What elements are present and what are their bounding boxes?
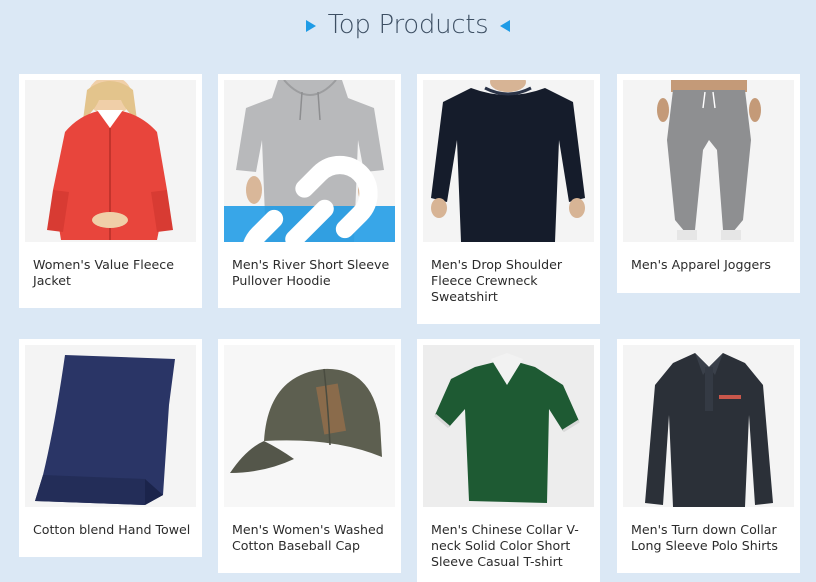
product-name[interactable]: Cotton blend Hand Towel — [33, 522, 193, 538]
product-name[interactable]: Men's Apparel Joggers — [631, 257, 791, 273]
product-card[interactable]: Men's Apparel Joggers — [617, 74, 800, 293]
page-title: Top Products — [327, 10, 489, 40]
product-name[interactable]: Women's Value Fleece Jacket — [33, 257, 193, 289]
product-card[interactable]: Cotton blend Hand Towel — [19, 339, 202, 557]
link-icon[interactable] — [224, 143, 395, 242]
navy-sweatshirt-image[interactable] — [423, 80, 594, 242]
red-fleece-jacket-image[interactable] — [25, 80, 196, 242]
product-name[interactable]: Men's Women's Washed Cotton Baseball Cap — [232, 522, 392, 554]
green-tshirt-image[interactable] — [423, 345, 594, 507]
product-name[interactable]: Men's Turn down Collar Long Sleeve Polo … — [631, 522, 791, 554]
arrow-left-icon — [500, 20, 511, 32]
arrow-right-icon — [305, 20, 316, 32]
product-name[interactable]: Men's River Short Sleeve Pullover Hoodie — [232, 257, 392, 289]
grey-joggers-image[interactable] — [623, 80, 794, 242]
navy-towel-image[interactable] — [25, 345, 196, 507]
product-card[interactable]: Men's Turn down Collar Long Sleeve Polo … — [617, 339, 800, 573]
grey-hoodie-image[interactable] — [224, 80, 395, 242]
product-card[interactable]: Men's Women's Washed Cotton Baseball Cap — [218, 339, 401, 573]
product-card[interactable]: Men's River Short Sleeve Pullover Hoodie — [218, 74, 401, 308]
product-name[interactable]: Men's Chinese Collar V-neck Solid Color … — [431, 522, 591, 570]
product-card[interactable]: Men's Chinese Collar V-neck Solid Color … — [417, 339, 600, 582]
dark-polo-shirt-image[interactable] — [623, 345, 794, 507]
olive-cap-image[interactable] — [224, 345, 395, 507]
product-hover-overlay[interactable] — [224, 155, 395, 242]
product-name[interactable]: Men's Drop Shoulder Fleece Crewneck Swea… — [431, 257, 591, 305]
section-header: Top Products — [0, 0, 816, 50]
product-card[interactable]: Women's Value Fleece Jacket — [19, 74, 202, 308]
product-card[interactable]: Men's Drop Shoulder Fleece Crewneck Swea… — [417, 74, 600, 324]
